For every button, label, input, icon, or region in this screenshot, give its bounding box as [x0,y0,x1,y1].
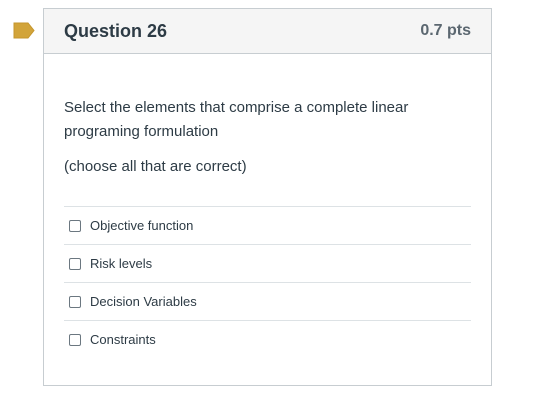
quiz-stage: Question 26 0.7 pts Select the elements … [0,0,535,402]
answer-option[interactable]: Objective function [64,207,471,245]
checkbox[interactable] [69,333,81,346]
answer-list: Objective function Risk levels Decision … [64,206,471,358]
answer-label: Risk levels [90,256,153,271]
question-body: Select the elements that comprise a comp… [44,54,491,358]
flag-icon[interactable] [13,22,35,39]
question-prompt: Select the elements that comprise a comp… [64,99,409,140]
question-card: Question 26 0.7 pts Select the elements … [43,8,492,386]
checkbox[interactable] [69,295,81,308]
checkbox[interactable] [69,257,81,270]
question-header: Question 26 0.7 pts [44,9,491,54]
checkbox[interactable] [69,219,81,232]
question-title: Question 26 [64,20,168,41]
question-points: 0.7 pts [420,22,471,39]
answer-label: Constraints [90,332,156,347]
answer-label: Decision Variables [90,294,197,309]
answer-option[interactable]: Constraints [64,321,471,358]
answer-option[interactable]: Risk levels [64,245,471,283]
question-hint: (choose all that are correct) [64,158,247,175]
answer-option[interactable]: Decision Variables [64,283,471,321]
answer-label: Objective function [90,218,194,233]
